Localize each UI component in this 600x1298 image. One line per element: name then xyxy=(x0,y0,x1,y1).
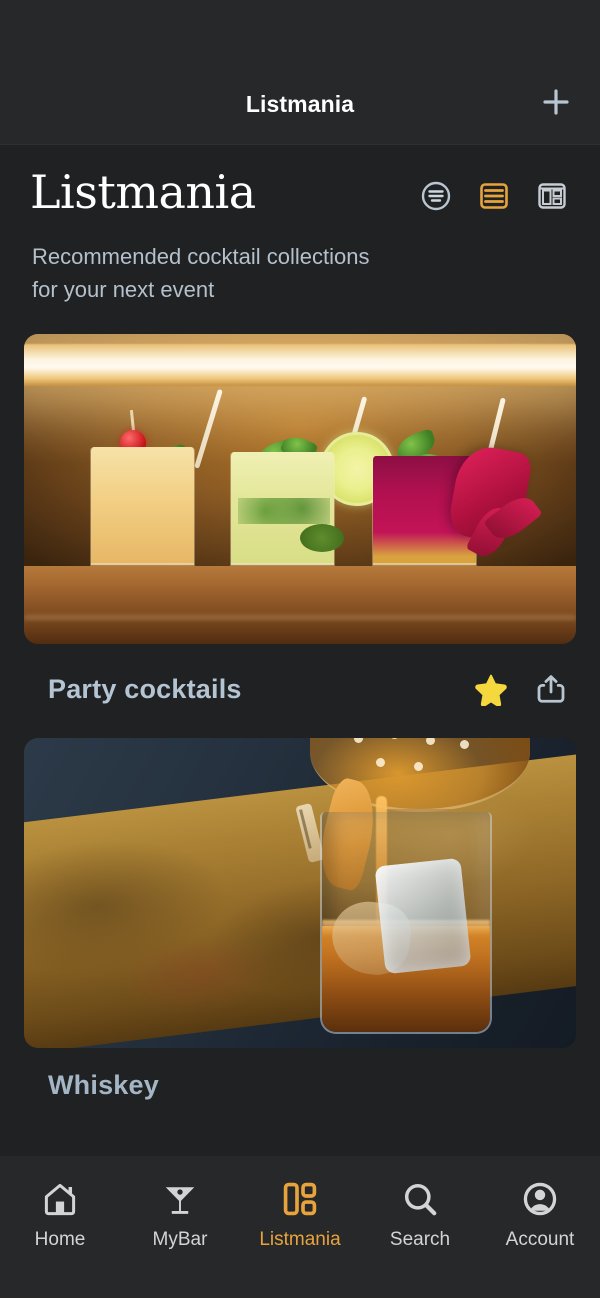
page-subtitle-line-1: Recommended cocktail collections xyxy=(32,244,370,270)
cocktails-photo xyxy=(24,334,576,645)
nav-item-listmania[interactable]: Listmania xyxy=(240,1178,360,1251)
grid-view-button[interactable] xyxy=(530,174,574,218)
list-view-icon xyxy=(480,183,508,209)
collection-image-whiskey[interactable] xyxy=(24,738,576,1049)
share-button[interactable] xyxy=(528,666,574,712)
nav-item-account[interactable]: Account xyxy=(480,1178,600,1251)
collection-card[interactable]: Whiskey xyxy=(0,738,600,1119)
favorite-button[interactable] xyxy=(468,666,514,712)
collection-title: Whiskey xyxy=(48,1070,159,1101)
list-view-button[interactable] xyxy=(472,174,516,218)
grid-view-icon xyxy=(538,183,566,209)
share-icon xyxy=(537,675,565,703)
sort-icon xyxy=(421,181,451,211)
listmania-grid-icon xyxy=(281,1178,319,1220)
nav-label-home: Home xyxy=(34,1229,86,1250)
nav-item-home[interactable]: Home xyxy=(0,1178,120,1251)
scroll-content[interactable]: Listmania Recommended cocktail collectio… xyxy=(0,146,600,1156)
nav-label-account: Account xyxy=(505,1229,575,1250)
bottom-navigation-bar: Home MyBar Listmania Search Account xyxy=(0,1156,600,1298)
app-screen: Listmania Listmania Recommended cocktail… xyxy=(0,0,600,1298)
collection-meta-row: Party cocktails xyxy=(0,644,600,730)
add-list-button[interactable] xyxy=(534,80,578,124)
app-bar-title: Listmania xyxy=(245,91,355,117)
page-header: Listmania xyxy=(0,146,600,216)
page-subtitle-line-2: for your next event xyxy=(32,277,215,303)
sort-button[interactable] xyxy=(414,174,458,218)
collection-actions xyxy=(468,666,574,712)
martini-glass-icon xyxy=(161,1178,199,1220)
account-circle-icon xyxy=(521,1178,559,1220)
collection-title: Party cocktails xyxy=(48,673,242,704)
whiskey-photo xyxy=(24,738,576,1049)
view-mode-toggle-group xyxy=(414,174,574,218)
star-icon xyxy=(475,674,507,707)
page-subtitle: Recommended cocktail collections for you… xyxy=(2,240,600,306)
collection-meta-row: Whiskey xyxy=(0,1048,600,1119)
search-icon xyxy=(401,1178,439,1220)
nav-label-mybar: MyBar xyxy=(152,1229,208,1250)
nav-item-mybar[interactable]: MyBar xyxy=(120,1178,240,1251)
nav-item-search[interactable]: Search xyxy=(360,1178,480,1251)
top-app-bar: Listmania xyxy=(0,0,600,145)
plus-icon xyxy=(543,89,569,115)
collection-list: Party cocktails Whiskey xyxy=(0,334,600,1119)
collection-image-party-cocktails[interactable] xyxy=(24,334,576,645)
nav-label-search: Search xyxy=(389,1229,451,1250)
collection-card[interactable]: Party cocktails xyxy=(0,334,600,730)
nav-label-listmania: Listmania xyxy=(259,1229,341,1250)
home-icon xyxy=(41,1178,79,1220)
